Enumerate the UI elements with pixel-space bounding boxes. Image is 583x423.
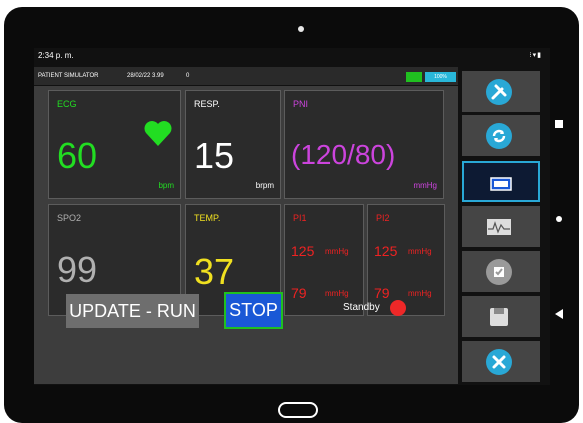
app-screen: 2:34 p. m. ⁝▾▮ PATIENT SIMULATOR 28/02/2… (34, 48, 550, 385)
pni-unit: mmHg (413, 181, 437, 190)
spo2-value: 99 (57, 249, 98, 290)
battery-indicator: 100% (425, 72, 456, 82)
sync-button[interactable] (462, 115, 540, 156)
save-icon (490, 308, 508, 326)
pi1-unit-2: mmHg (325, 289, 349, 298)
checklist-button[interactable] (462, 251, 540, 292)
info-bar: PATIENT SIMULATOR 28/02/22 3.99 0 (34, 67, 458, 85)
monitor-button[interactable] (462, 161, 540, 202)
back-button[interactable] (555, 309, 563, 319)
close-button[interactable] (462, 341, 540, 382)
ecg-label: ECG (57, 99, 77, 109)
counter: 0 (186, 73, 190, 79)
pi2-systolic: 125 (374, 243, 398, 259)
system-icons: ⁝▾▮ (529, 52, 542, 59)
heart-icon (144, 121, 172, 146)
pi1-label: PI1 (293, 213, 307, 223)
resp-value: 15 (194, 135, 235, 176)
pi2-unit-1: mmHg (408, 247, 432, 256)
temp-value: 37 (194, 251, 235, 292)
pi1-diastolic: 79 (291, 285, 307, 301)
monitor-icon (490, 177, 512, 191)
home-dot-button[interactable] (556, 216, 562, 222)
ecg-tile[interactable]: ECG 60 bpm (48, 90, 181, 199)
home-button[interactable] (278, 402, 318, 418)
recents-button[interactable] (555, 120, 563, 128)
spo2-label: SPO2 (57, 213, 82, 223)
ecg-value: 60 (57, 135, 98, 176)
pi1-systolic: 125 (291, 243, 315, 259)
waveform-icon (487, 219, 511, 235)
pni-label: PNI (293, 99, 309, 109)
resp-unit: brpm (255, 181, 274, 190)
save-button[interactable] (462, 296, 540, 337)
resp-label: RESP. (194, 99, 220, 109)
side-toolbar (460, 69, 550, 384)
pi2-unit-2: mmHg (408, 289, 432, 298)
waveform-button[interactable] (462, 206, 540, 247)
date-label: 28/02/22 3.99 (127, 73, 164, 79)
connection-indicator (406, 72, 422, 82)
resp-tile[interactable]: RESP. 15 brpm (185, 90, 281, 199)
checklist-icon (486, 259, 512, 285)
camera (298, 26, 304, 32)
ecg-unit: bpm (158, 181, 174, 190)
standby-indicator[interactable] (390, 300, 406, 316)
pi1-tile[interactable]: PI1 125 mmHg 79 mmHg (284, 204, 364, 316)
settings-button[interactable] (462, 71, 540, 112)
pni-tile[interactable]: PNI (120/80) mmHg (284, 90, 444, 199)
app-title: PATIENT SIMULATOR (38, 73, 99, 79)
pi2-label: PI2 (376, 213, 390, 223)
pi2-tile[interactable]: PI2 125 mmHg 79 mmHg (367, 204, 445, 316)
pi1-unit-1: mmHg (325, 247, 349, 256)
clock: 2:34 p. m. (38, 51, 74, 60)
close-icon (486, 349, 512, 375)
monitor-panel: ECG 60 bpm RESP. 15 brpm PNI (120/80) mm… (34, 86, 458, 384)
temp-label: TEMP. (194, 213, 221, 223)
stop-button[interactable]: STOP (224, 292, 283, 329)
pni-value: (120/80) (291, 139, 396, 170)
standby-label: Standby (343, 302, 380, 313)
sync-icon (486, 123, 512, 149)
tools-icon (486, 79, 512, 105)
update-run-button[interactable]: UPDATE - RUN (66, 294, 199, 328)
status-bar: 2:34 p. m. ⁝▾▮ (34, 48, 550, 64)
pi2-diastolic: 79 (374, 285, 390, 301)
